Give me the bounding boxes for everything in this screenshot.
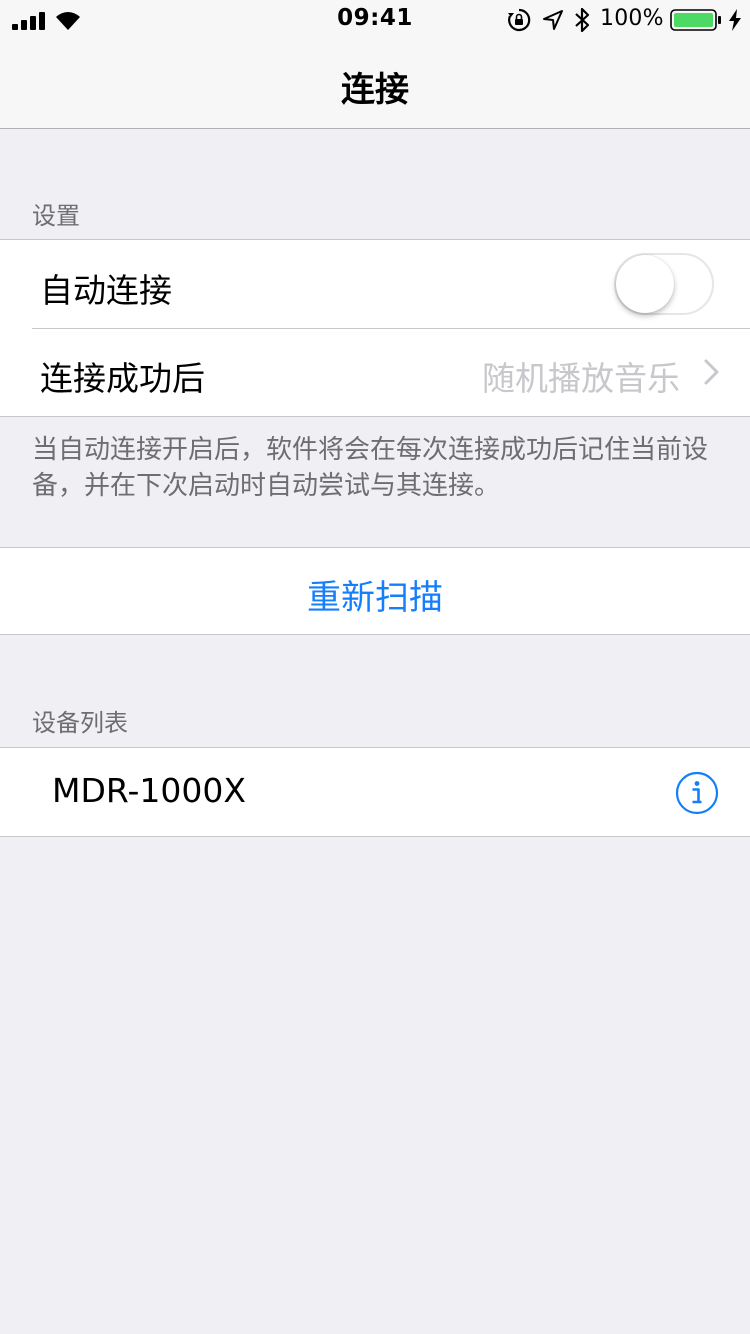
device-name: MDR-1000X [52,771,246,810]
device-row[interactable]: MDR-1000X [0,748,750,836]
page-title: 连接 [341,70,409,110]
charging-icon [729,9,741,31]
toggle-knob [616,255,674,313]
after-connect-row[interactable]: 连接成功后 随机播放音乐 [0,328,750,416]
settings-group: 自动连接 连接成功后 随机播放音乐 [0,239,750,417]
auto-connect-label: 自动连接 [40,271,172,310]
bluetooth-icon [575,7,590,33]
settings-section-header: 设置 [32,202,80,230]
auto-connect-toggle[interactable] [614,253,714,315]
rescan-button[interactable]: 重新扫描 [0,570,750,619]
rotation-lock-icon [508,8,531,32]
after-connect-label: 连接成功后 [40,359,205,398]
chevron-right-icon [704,359,719,385]
location-icon [543,10,563,30]
device-list-group: MDR-1000X [0,747,750,837]
device-list-section-header: 设备列表 [32,709,128,737]
status-bar: 09:41 100% [0,0,750,40]
battery-icon [670,9,721,31]
navigation-bar: 连接 [0,40,750,129]
battery-percent: 100% [600,6,664,31]
after-connect-value: 随机播放音乐 [482,359,680,398]
auto-connect-row: 自动连接 [0,240,750,328]
rescan-group: 重新扫描 [0,547,750,635]
info-icon[interactable] [675,771,719,815]
auto-connect-footer-note: 当自动连接开启后，软件将会在每次连接成功后记住当前设备，并在下次启动时自动尝试与… [32,435,709,501]
